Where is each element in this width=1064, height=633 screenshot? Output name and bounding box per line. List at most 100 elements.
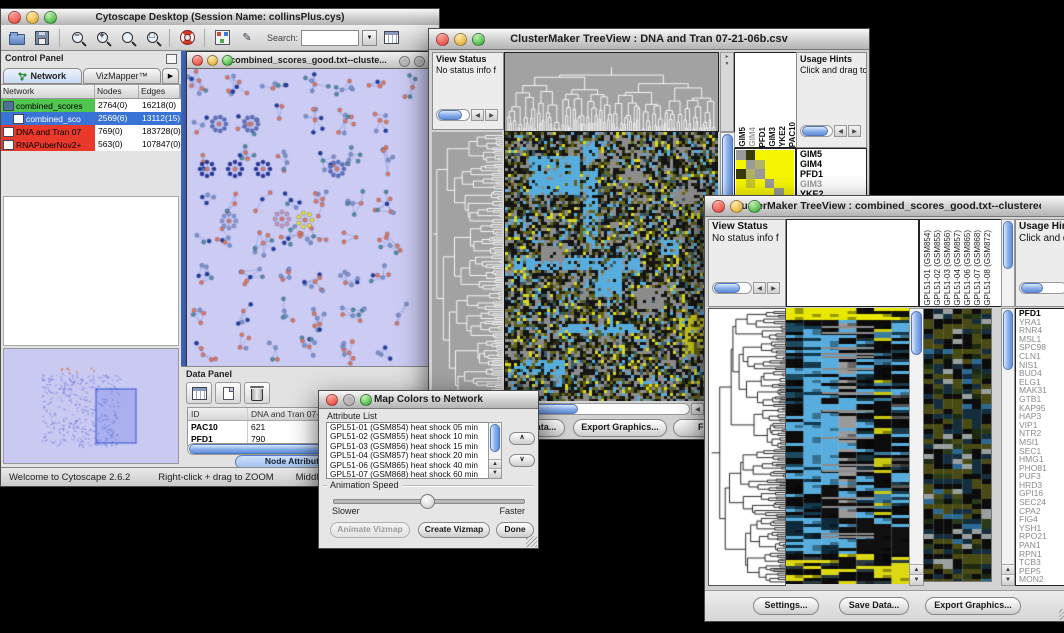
help-button[interactable] xyxy=(176,28,198,48)
resize-grip[interactable] xyxy=(526,536,537,547)
scroll-left-arrow[interactable]: ◀ xyxy=(691,403,704,415)
heatmap-zoom-view[interactable] xyxy=(923,308,992,582)
close-button[interactable] xyxy=(712,200,725,213)
gene-label[interactable]: MON2 xyxy=(1016,575,1064,584)
column-label[interactable]: GPL51-04 (GSM857) xyxy=(953,230,962,306)
heatmap-main[interactable] xyxy=(504,132,718,401)
zoom-selected-button[interactable]: □ xyxy=(141,28,163,48)
import-table-button[interactable] xyxy=(380,28,402,48)
matrix-cell[interactable] xyxy=(774,179,784,189)
matrix-cell[interactable] xyxy=(774,169,784,179)
column-label[interactable]: YKE2 xyxy=(778,126,787,147)
scroll-down-arrow[interactable]: ▼ xyxy=(489,468,501,478)
close-button[interactable] xyxy=(192,55,203,66)
zoom-out-button[interactable]: − xyxy=(66,28,88,48)
scroll-down-arrow[interactable]: ▼ xyxy=(1002,574,1014,585)
matrix-cell[interactable] xyxy=(746,169,756,179)
save-session-button[interactable] xyxy=(31,28,53,48)
column-dendrogram-area[interactable] xyxy=(786,219,919,307)
view-status-scrollbar[interactable]: ◀▶ xyxy=(712,282,780,294)
row-dendrogram[interactable] xyxy=(432,132,502,401)
export-graphics-button[interactable]: Export Graphics... xyxy=(573,419,667,437)
move-up-button[interactable]: ∧ xyxy=(509,432,535,445)
column-label[interactable]: GPL51-03 (GSM856) xyxy=(943,230,952,306)
matrix-cell[interactable] xyxy=(765,150,775,160)
matrix-cell[interactable] xyxy=(784,169,794,179)
column-dendrogram[interactable] xyxy=(504,52,719,132)
tab-network[interactable]: Network xyxy=(3,68,82,84)
scroll-left-arrow[interactable]: ◀ xyxy=(834,125,847,137)
matrix-cell[interactable] xyxy=(784,160,794,170)
attribute-list-item[interactable]: GPL51-07 (GSM868) heat shock 60 min xyxy=(327,470,489,479)
matrix-cell[interactable] xyxy=(746,150,756,160)
column-label[interactable]: GPL51-06 (GSM865) xyxy=(963,230,972,306)
open-file-button[interactable] xyxy=(6,28,28,48)
zoom-button[interactable] xyxy=(360,394,372,406)
zoom-button[interactable] xyxy=(44,11,57,24)
matrix-cell[interactable] xyxy=(746,179,756,189)
matrix-cell[interactable] xyxy=(765,160,775,170)
close-button[interactable] xyxy=(399,56,410,67)
matrix-cell[interactable] xyxy=(774,160,784,170)
gene-label[interactable]: PFD1 xyxy=(797,169,866,179)
delete-attribute-button[interactable] xyxy=(244,382,270,404)
network-window-titlebar[interactable]: combined_scores_good.txt--cluste... xyxy=(187,52,430,69)
network-overview[interactable] xyxy=(3,348,179,464)
vizmapper-button[interactable] xyxy=(211,28,233,48)
minimize-button[interactable] xyxy=(454,33,467,46)
network-canvas[interactable] xyxy=(187,69,428,371)
usage-hints-scrollbar[interactable] xyxy=(1019,282,1064,294)
matrix-cell[interactable] xyxy=(784,179,794,189)
scroll-right-arrow[interactable]: ▶ xyxy=(767,282,780,294)
matrix-cell[interactable] xyxy=(736,160,746,170)
matrix-cell[interactable] xyxy=(774,150,784,160)
gene-list-scrollbar[interactable]: ▲ ▼ xyxy=(1001,308,1015,586)
scroll-left-arrow[interactable]: ◀ xyxy=(753,282,766,294)
network-list-row[interactable]: DNA and Tran 07769(0)183728(0) xyxy=(1,125,181,138)
matrix-cell[interactable] xyxy=(784,150,794,160)
usage-hints-scrollbar[interactable]: ◀▶ xyxy=(800,125,861,137)
minimize-button[interactable] xyxy=(207,55,218,66)
matrix-cell[interactable] xyxy=(765,169,775,179)
minimize-button[interactable] xyxy=(26,11,39,24)
column-label[interactable]: PFD1 xyxy=(758,127,767,147)
create-vizmap-button[interactable]: Create Vizmap xyxy=(418,522,490,538)
col-edges[interactable]: Edges xyxy=(139,85,180,98)
slider-thumb[interactable] xyxy=(420,494,435,509)
zoom-button[interactable] xyxy=(748,200,761,213)
column-label[interactable]: GIM3 xyxy=(768,127,777,147)
column-label[interactable]: GIM5 xyxy=(738,127,747,147)
zoom-fit-button[interactable] xyxy=(116,28,138,48)
matrix-cell[interactable] xyxy=(755,160,765,170)
zoom-button[interactable] xyxy=(222,55,233,66)
gene-label[interactable]: GIM3 xyxy=(797,179,866,189)
column-label[interactable]: GPL51-01 (GSM854) xyxy=(923,230,932,306)
annotation-button[interactable]: ✎ xyxy=(236,28,258,48)
column-label[interactable]: GPL51-02 (GSM855) xyxy=(933,230,942,306)
minimize-button[interactable] xyxy=(730,200,743,213)
zoom-in-button[interactable]: + xyxy=(91,28,113,48)
export-graphics-button[interactable]: Export Graphics... xyxy=(925,597,1021,615)
settings-button[interactable]: Settings... xyxy=(753,597,819,615)
minimize-button[interactable] xyxy=(414,56,425,67)
matrix-cell[interactable] xyxy=(746,160,756,170)
view-status-scrollbar[interactable]: ◀▶ xyxy=(436,109,498,121)
scroll-right-arrow[interactable]: ▶ xyxy=(485,109,498,121)
column-label[interactable]: GIM4 xyxy=(748,127,757,147)
move-down-button[interactable]: ∨ xyxy=(509,454,535,467)
attribute-list[interactable]: GPL51-01 (GSM854) heat shock 05 minGPL51… xyxy=(326,422,490,479)
minimize-button[interactable] xyxy=(343,394,355,406)
zoom-button[interactable] xyxy=(472,33,485,46)
resize-grip[interactable] xyxy=(1059,609,1064,620)
treeview2-titlebar[interactable]: ClusterMaker TreeView : combined_scores_… xyxy=(705,196,1064,217)
gene-label[interactable]: GIM4 xyxy=(797,159,866,169)
network-list-row[interactable]: combined_scores2764(0)16218(0) xyxy=(1,99,181,112)
col-nodes[interactable]: Nodes xyxy=(95,85,139,98)
gene-label[interactable]: GIM5 xyxy=(797,149,866,159)
animate-vizmap-button[interactable]: Animate Vizmap xyxy=(330,522,410,538)
column-label[interactable]: GPL51-08 (GSM872) xyxy=(983,230,992,306)
tab-vizmapper[interactable]: VizMapper™ xyxy=(83,68,162,84)
treeview1-titlebar[interactable]: ClusterMaker TreeView : DNA and Tran 07-… xyxy=(429,29,869,50)
network-list-row[interactable]: RNAPuberNov2+563(0)107847(0) xyxy=(1,138,181,151)
close-button[interactable] xyxy=(8,11,21,24)
